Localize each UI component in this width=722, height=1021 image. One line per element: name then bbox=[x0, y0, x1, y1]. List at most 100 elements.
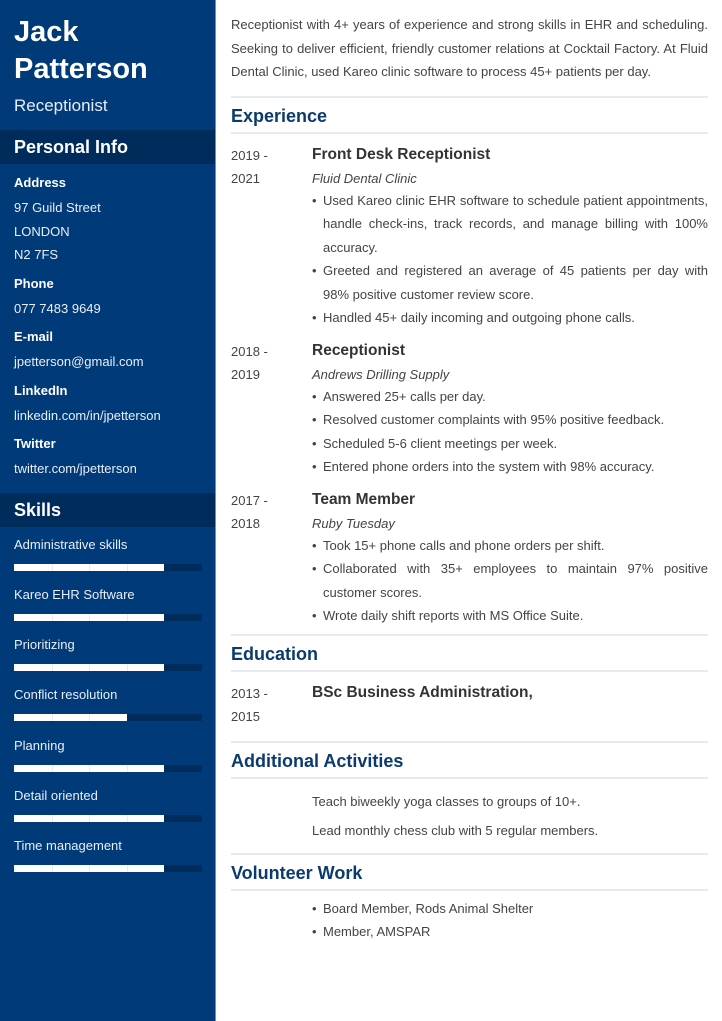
skill-level-bar bbox=[14, 764, 202, 772]
volunteer-item: Board Member, Rods Animal Shelter bbox=[312, 897, 708, 921]
candidate-name: Jack Patterson bbox=[0, 0, 215, 88]
skill-segment-divider bbox=[52, 764, 53, 772]
job-role: Receptionist bbox=[14, 96, 108, 115]
skill-level-bar bbox=[14, 613, 202, 621]
skill-level-fill bbox=[14, 714, 127, 722]
activity-item: Lead monthly chess club with 5 regular m… bbox=[312, 822, 599, 838]
date-start: 2018 - bbox=[231, 343, 268, 359]
responsibility-item: Entered phone orders into the system wit… bbox=[312, 455, 708, 479]
twitter-label: Twitter bbox=[14, 436, 56, 451]
activities-heading: Additional Activities bbox=[231, 743, 708, 779]
activity-item: Teach biweekly yoga classes to groups of… bbox=[312, 793, 581, 809]
responsibility-item: Greeted and registered an average of 45 … bbox=[312, 259, 708, 306]
job-title: Front Desk Receptionist bbox=[312, 145, 491, 163]
skill-segment-divider bbox=[89, 563, 90, 571]
skill-segment-divider bbox=[52, 613, 53, 621]
linkedin-group: LinkedIn linkedin.com/in/jpetterson bbox=[14, 382, 201, 428]
sidebar: Jack Patterson Receptionist Personal Inf… bbox=[0, 0, 216, 1021]
skill-item: Detail oriented bbox=[14, 788, 202, 838]
skill-name: Planning bbox=[14, 737, 65, 753]
address-group: Address 97 Guild Street LONDON N2 7FS bbox=[14, 174, 201, 267]
phone-group: Phone 077 7483 9649 bbox=[14, 275, 201, 321]
experience-list: 2019 - 2021 Front Desk Receptionist Fluid D… bbox=[231, 134, 708, 628]
skill-segment-divider bbox=[89, 664, 90, 672]
company-name: Andrews Drilling Supply bbox=[312, 366, 450, 382]
skill-segment-divider bbox=[52, 664, 53, 672]
responsibility-item: Wrote daily shift reports with MS Office… bbox=[312, 604, 708, 628]
date-end: 2015 bbox=[231, 709, 260, 724]
responsibility-item: Answered 25+ calls per day. bbox=[312, 385, 708, 409]
date-end: 2021 bbox=[231, 171, 260, 186]
volunteer-item: Member, AMSPAR bbox=[312, 920, 708, 944]
linkedin-label: LinkedIn bbox=[14, 382, 68, 398]
education-entry: 2013 - 2015 BSc Business Administration, bbox=[231, 672, 708, 729]
skill-name: Kareo EHR Software bbox=[14, 586, 135, 602]
skill-item: Kareo EHR Software bbox=[14, 586, 202, 637]
job-title: Team Member bbox=[312, 490, 416, 508]
experience-entry: 2018 - 2019 Receptionist Andrews Drilling S… bbox=[231, 330, 708, 479]
education-section: Education 2013 - 2015 BSc Business Admin… bbox=[231, 636, 708, 743]
responsibility-item: Resolved customer complaints with 95% po… bbox=[312, 408, 708, 432]
activities-section: Additional Activities Teach biweekly yog… bbox=[231, 743, 708, 855]
experience-date: 2017 - 2018 bbox=[231, 489, 312, 628]
skill-segment-divider bbox=[89, 613, 90, 621]
experience-entry: 2019 - 2021 Front Desk Receptionist Fluid D… bbox=[231, 134, 708, 330]
skill-name: Time management bbox=[14, 838, 122, 854]
phone-label: Phone bbox=[14, 275, 54, 291]
experience-body: Front Desk Receptionist Fluid Dental Clin… bbox=[312, 144, 708, 330]
linkedin-value: linkedin.com/in/jpetterson bbox=[14, 407, 161, 423]
activities-list: Teach biweekly yoga classes to groups of… bbox=[231, 779, 708, 855]
last-name: Patterson bbox=[14, 53, 148, 85]
main-content: Receptionist with 4+ years of experience… bbox=[231, 0, 708, 944]
date-end: 2019 bbox=[231, 367, 260, 382]
experience-section: Experience 2019 - 2021 Front Desk Receptio… bbox=[231, 98, 708, 636]
twitter-value: twitter.com/jpetterson bbox=[14, 461, 137, 476]
skill-item: Administrative skills bbox=[14, 537, 202, 587]
skill-level-bar bbox=[14, 814, 202, 822]
skill-segment-divider bbox=[52, 814, 53, 822]
skill-level-bar bbox=[14, 714, 202, 722]
responsibilities-list: Took 15+ phone calls and phone orders pe… bbox=[312, 534, 708, 628]
personal-info: Address 97 Guild Street LONDON N2 7FS Ph… bbox=[0, 164, 215, 481]
skill-level-bar bbox=[14, 563, 202, 571]
experience-date: 2019 - 2021 bbox=[231, 144, 312, 330]
skill-segment-divider bbox=[89, 865, 90, 873]
volunteer-heading: Volunteer Work bbox=[231, 855, 708, 891]
date-start: 2017 - bbox=[231, 492, 268, 508]
twitter-group: Twitter twitter.com/jpetterson bbox=[14, 435, 201, 481]
address-line: N2 7FS bbox=[14, 247, 59, 262]
company-name: Ruby Tuesday bbox=[312, 515, 395, 531]
volunteer-list: Board Member, Rods Animal Shelter Member… bbox=[231, 891, 708, 944]
experience-heading: Experience bbox=[231, 98, 708, 134]
education-heading: Education bbox=[231, 636, 708, 672]
experience-entry: 2017 - 2018 Team Member Ruby Tuesday Took 15… bbox=[231, 479, 708, 628]
skill-name: Prioritizing bbox=[14, 637, 75, 653]
skill-segment-divider bbox=[127, 865, 128, 873]
responsibility-item: Collaborated with 35+ employees to maint… bbox=[312, 557, 708, 604]
skills-heading: Skills bbox=[0, 492, 215, 527]
education-body: BSc Business Administration, bbox=[312, 682, 708, 729]
responsibility-item: Used Kareo clinic EHR software to schedu… bbox=[312, 189, 708, 260]
address-line: 97 Guild Street bbox=[14, 200, 101, 215]
skill-item: Time management bbox=[14, 838, 202, 888]
email-value: jpetterson@gmail.com bbox=[14, 354, 144, 369]
skill-name: Conflict resolution bbox=[14, 687, 118, 703]
email-label: E-mail bbox=[14, 329, 54, 344]
address-line: LONDON bbox=[14, 223, 70, 239]
date-end: 2018 bbox=[231, 516, 260, 531]
skill-segment-divider bbox=[127, 814, 128, 822]
summary: Receptionist with 4+ years of experience… bbox=[231, 0, 708, 98]
personal-info-heading: Personal Info bbox=[0, 130, 215, 164]
date-start: 2013 - bbox=[231, 685, 268, 701]
skill-segment-divider bbox=[127, 563, 128, 571]
email-group: E-mail jpetterson@gmail.com bbox=[14, 328, 201, 374]
date-start: 2019 - bbox=[231, 147, 268, 163]
skill-segment-divider bbox=[89, 714, 90, 722]
skills-list: Administrative skills Kareo EHR Software P… bbox=[0, 527, 215, 889]
phone-value: 077 7483 9649 bbox=[14, 300, 101, 316]
volunteer-section: Volunteer Work Board Member, Rods Animal… bbox=[231, 855, 708, 944]
job-title: Receptionist bbox=[312, 341, 406, 359]
experience-body: Team Member Ruby Tuesday Took 15+ phone ca… bbox=[312, 489, 708, 628]
responsibility-item: Took 15+ phone calls and phone orders pe… bbox=[312, 534, 708, 558]
responsibilities-list: Used Kareo clinic EHR software to schedu… bbox=[312, 189, 708, 330]
